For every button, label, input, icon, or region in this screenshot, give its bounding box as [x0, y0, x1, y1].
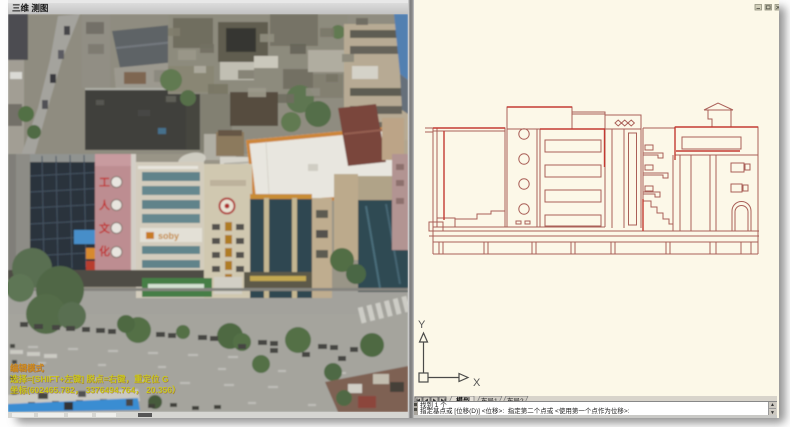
svg-text:X: X [473, 377, 481, 389]
svg-text:Y: Y [418, 319, 426, 331]
